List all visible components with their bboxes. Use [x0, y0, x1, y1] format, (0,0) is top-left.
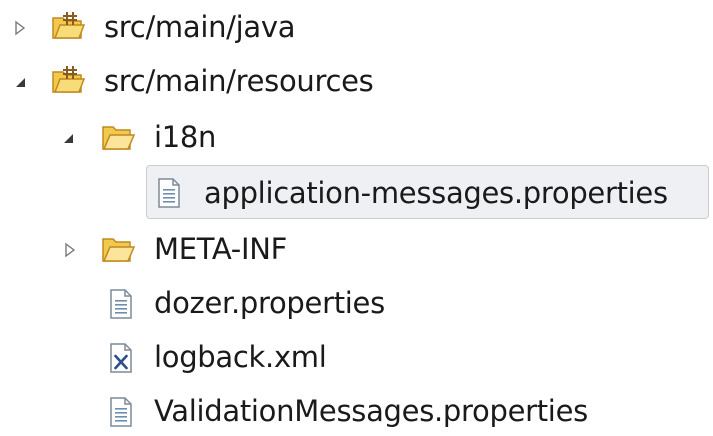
- properties-file-icon: [102, 286, 138, 322]
- expand-arrow-icon[interactable]: [10, 18, 30, 38]
- tree-item-label: i18n: [154, 120, 217, 154]
- source-folder-icon: [50, 62, 86, 98]
- tree-item-label: dozer.properties: [154, 286, 385, 320]
- expand-arrow-icon[interactable]: [60, 240, 80, 260]
- tree-item-src-main-java[interactable]: src/main/java: [0, 0, 713, 56]
- tree-item-label: src/main/java: [104, 10, 296, 44]
- tree-item-meta-inf[interactable]: META-INF: [0, 222, 713, 278]
- folder-open-icon: [100, 232, 136, 268]
- tree-item-label: src/main/resources: [104, 64, 374, 98]
- tree-item-logback-xml[interactable]: logback.xml: [0, 330, 713, 386]
- collapse-arrow-icon[interactable]: [58, 128, 78, 148]
- tree-item-label: application-messages.properties: [204, 176, 668, 210]
- tree-item-validationmessages-properties[interactable]: ValidationMessages.properties: [0, 384, 713, 436]
- tree-item-application-messages-properties[interactable]: application-messages.properties: [0, 165, 713, 221]
- tree-item-src-main-resources[interactable]: src/main/resources: [0, 54, 713, 110]
- properties-file-icon: [102, 394, 138, 430]
- tree-item-label: logback.xml: [154, 340, 327, 374]
- folder-open-icon: [100, 120, 136, 156]
- tree-item-label: META-INF: [154, 232, 287, 266]
- source-folder-icon: [50, 8, 86, 44]
- properties-file-icon: [150, 175, 186, 211]
- tree-item-label: ValidationMessages.properties: [154, 394, 588, 428]
- tree-item-dozer-properties[interactable]: dozer.properties: [0, 276, 713, 332]
- collapse-arrow-icon[interactable]: [10, 72, 30, 92]
- tree-item-i18n[interactable]: i18n: [0, 110, 713, 166]
- xml-file-icon: [102, 340, 138, 376]
- project-explorer-tree: src/main/java src/main/resources i18n ap…: [0, 0, 713, 436]
